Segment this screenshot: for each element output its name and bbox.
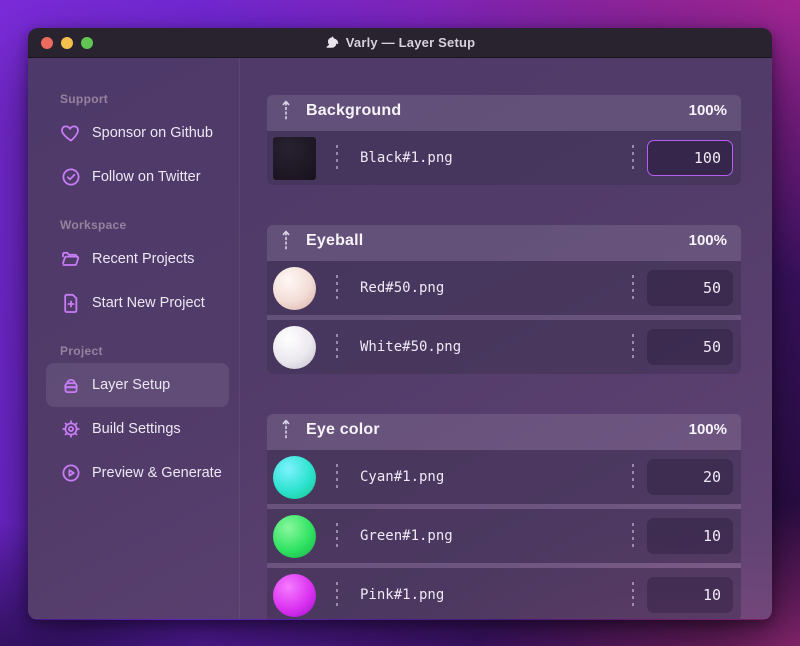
layer-group-eyeball: Eyeball 100% Red#50.png White#50.png <box>267 225 741 374</box>
sidebar-section-support: Support Sponsor on Github Follow on Twit… <box>46 92 229 199</box>
drag-handle-icon[interactable] <box>281 230 291 252</box>
layer-group-title: Background <box>306 101 402 119</box>
layer-thumbnail <box>273 266 316 310</box>
layer-filename: Cyan#1.png <box>360 469 445 485</box>
layer-filename: White#50.png <box>360 339 462 355</box>
layer-row: Black#1.png <box>267 131 741 185</box>
drag-handle-icon[interactable] <box>281 419 291 441</box>
layer-filename: Black#1.png <box>360 150 453 166</box>
sidebar: Support Sponsor on Github Follow on Twit… <box>28 58 240 619</box>
sidebar-item-label: Layer Setup <box>92 377 171 393</box>
layer-row: White#50.png <box>267 320 741 374</box>
sidebar-section-project: Project Layer Setup Build Settings Previ… <box>46 344 229 495</box>
drag-handle-icon[interactable] <box>281 100 291 122</box>
section-label: Workspace <box>60 218 127 232</box>
layer-weight-input[interactable] <box>647 518 733 554</box>
folder-open-icon <box>60 248 82 270</box>
dashed-separator <box>632 523 634 549</box>
sidebar-item-sponsor-on-github[interactable]: Sponsor on Github <box>46 111 229 155</box>
dashed-separator <box>336 275 338 301</box>
sidebar-item-label: Start New Project <box>92 295 205 311</box>
layer-setup-panel: Background 100% Black#1.png 100 Eyeball … <box>240 58 772 619</box>
sidebar-item-label: Preview & Generate <box>92 465 222 481</box>
dashed-separator <box>632 582 634 608</box>
close-button[interactable] <box>41 36 53 49</box>
layers-icon <box>60 374 82 396</box>
layer-thumbnail <box>273 514 316 558</box>
sidebar-item-label: Build Settings <box>92 421 181 437</box>
sidebar-item-build-settings[interactable]: Build Settings <box>46 407 229 451</box>
sidebar-item-label: Sponsor on Github <box>92 125 213 141</box>
layer-group-background: Background 100% Black#1.png <box>267 95 741 185</box>
minimize-button[interactable] <box>61 36 73 49</box>
sidebar-item-label: Recent Projects <box>92 251 195 267</box>
layer-group-header: Background 100% <box>267 95 741 126</box>
dashed-separator <box>632 334 634 360</box>
layer-weight-input[interactable] <box>647 140 733 176</box>
dashed-separator <box>336 523 338 549</box>
layer-weight-input[interactable] <box>647 459 733 495</box>
layer-group-title: Eyeball <box>306 231 364 249</box>
sidebar-item-preview-generate[interactable]: Preview & Generate <box>46 451 229 495</box>
sidebar-item-start-new-project[interactable]: Start New Project <box>46 281 229 325</box>
sidebar-item-label: Follow on Twitter <box>92 169 201 185</box>
layer-row: Cyan#1.png <box>267 450 741 504</box>
layer-group-header: Eyeball 100% <box>267 225 741 256</box>
dashed-separator <box>336 582 338 608</box>
layer-group-opacity: 100% <box>688 421 727 438</box>
sidebar-item-layer-setup[interactable]: Layer Setup <box>46 363 229 407</box>
dashed-separator <box>632 145 634 171</box>
layer-weight-input[interactable] <box>647 577 733 613</box>
layer-row: Pink#1.png <box>267 568 741 619</box>
layer-group-opacity: 100% <box>688 232 727 249</box>
layer-thumbnail <box>273 325 316 369</box>
sidebar-item-follow-on-twitter[interactable]: Follow on Twitter <box>46 155 229 199</box>
gear-icon <box>60 418 82 440</box>
titlebar: Varly — Layer Setup <box>28 28 772 58</box>
dashed-separator <box>336 464 338 490</box>
layer-thumbnail <box>273 136 316 180</box>
window-title: Varly — Layer Setup <box>345 35 476 50</box>
heart-icon <box>60 122 82 144</box>
layer-group-opacity: 100% <box>688 102 727 119</box>
zoom-button[interactable] <box>81 36 93 49</box>
sidebar-item-recent-projects[interactable]: Recent Projects <box>46 237 229 281</box>
layer-filename: Pink#1.png <box>360 587 445 603</box>
layer-group-title: Eye color <box>306 420 380 438</box>
layer-thumbnail <box>273 455 316 499</box>
dashed-separator <box>336 145 338 171</box>
layer-group-header: Eye color 100% <box>267 414 741 445</box>
badge-check-icon <box>60 166 82 188</box>
section-label: Support <box>60 92 109 106</box>
dashed-separator <box>632 464 634 490</box>
layer-row: Green#1.png <box>267 509 741 563</box>
dashed-separator <box>336 334 338 360</box>
layer-weight-input[interactable] <box>647 329 733 365</box>
layer-thumbnail <box>273 573 316 617</box>
layer-group-eye-color: Eye color 100% Cyan#1.png Green#1.png <box>267 414 741 619</box>
app-window: Varly — Layer Setup Support Sponsor on G… <box>28 28 772 620</box>
play-circle-icon <box>60 462 82 484</box>
file-plus-icon <box>60 292 82 314</box>
sidebar-section-workspace: Workspace Recent Projects Start New Proj… <box>46 218 229 325</box>
section-label: Project <box>60 344 103 358</box>
layer-row: Red#50.png <box>267 261 741 315</box>
layer-filename: Green#1.png <box>360 528 453 544</box>
dashed-separator <box>632 275 634 301</box>
layer-weight-input[interactable] <box>647 270 733 306</box>
layer-filename: Red#50.png <box>360 280 445 296</box>
unicorn-icon <box>325 35 340 50</box>
traffic-lights <box>41 36 93 49</box>
